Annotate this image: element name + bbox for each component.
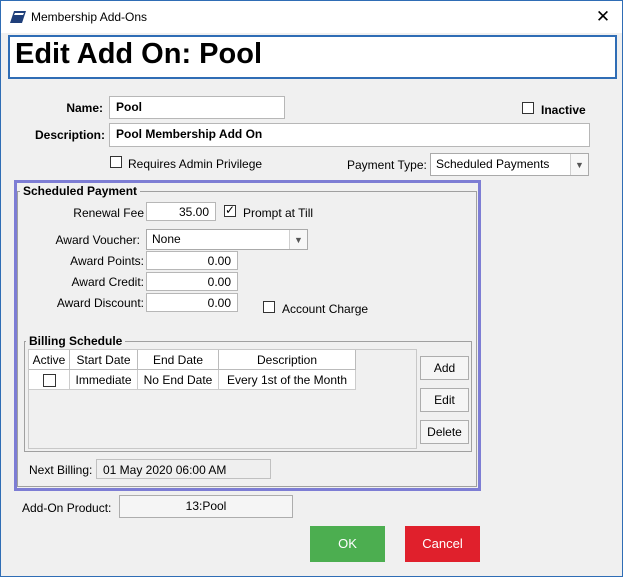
requires-admin-label: Requires Admin Privilege (128, 157, 263, 171)
ok-button[interactable]: OK (310, 526, 385, 562)
cancel-button[interactable]: Cancel (405, 526, 480, 562)
close-icon[interactable]: ✕ (589, 5, 617, 29)
title-bar: Membership Add-Ons ✕ (1, 1, 622, 33)
dialog-window: Membership Add-Ons ✕ Edit Add On: Pool N… (0, 0, 623, 577)
window-title: Membership Add-Ons (31, 10, 148, 24)
highlight-frame (14, 180, 481, 491)
payment-type-select[interactable]: Scheduled Payments ▼ (430, 153, 589, 176)
inactive-checkbox[interactable] (522, 102, 534, 114)
chevron-down-icon: ▼ (570, 154, 588, 175)
addon-product-button[interactable]: 13:Pool (119, 495, 293, 518)
membership-card-icon (10, 11, 26, 23)
description-label: Description: (34, 128, 105, 142)
payment-type-value: Scheduled Payments (436, 157, 550, 171)
payment-type-label: Payment Type: (347, 158, 427, 172)
name-input[interactable]: Pool (109, 96, 285, 119)
heading-panel: Edit Add On: Pool (8, 35, 617, 79)
name-label: Name: (66, 101, 103, 115)
inactive-label: Inactive (541, 103, 586, 117)
page-title: Edit Add On: Pool (15, 38, 262, 70)
requires-admin-checkbox[interactable] (110, 156, 122, 168)
description-input[interactable]: Pool Membership Add On (109, 123, 590, 147)
addon-product-label: Add-On Product: (22, 501, 112, 515)
